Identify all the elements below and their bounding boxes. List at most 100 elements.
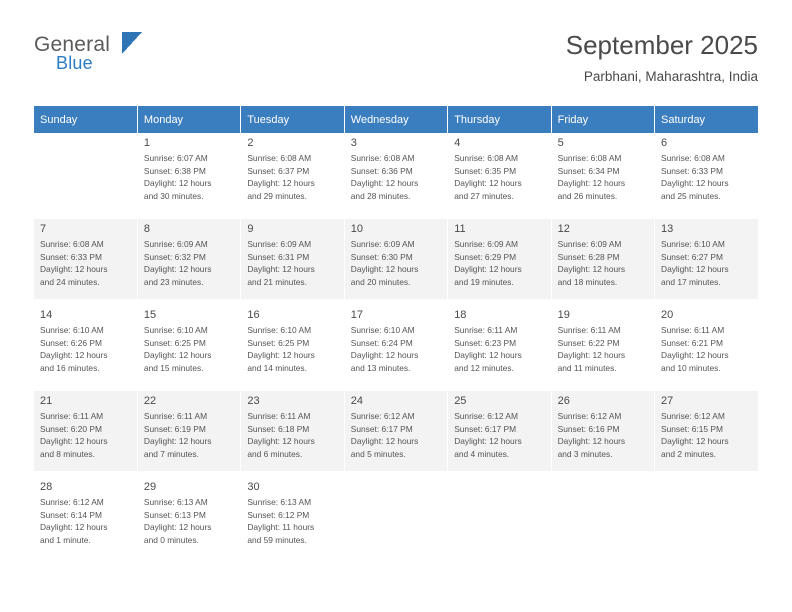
day-number: 24	[350, 395, 364, 407]
day-sun-info: Sunrise: 6:12 AM Sunset: 6:14 PM Daylight:…	[34, 496, 137, 546]
calendar-day-cell[interactable]: 22 Sunrise: 6:11 AM Sunset: 6:19 PM Dayligh…	[137, 391, 242, 471]
day-info-line: Daylight: 12 hours	[350, 436, 419, 447]
day-sun-info: Sunrise: 6:08 AM Sunset: 6:36 PM Daylight:…	[345, 152, 447, 202]
day-info-line: Sunrise: 6:08 AM	[454, 153, 518, 163]
day-number: 21	[40, 395, 53, 407]
day-sun-info: Sunrise: 6:07 AM Sunset: 6:38 PM Daylight:…	[138, 152, 240, 202]
day-info-line: and 20 minutes.	[350, 276, 411, 287]
day-info-line: Sunrise: 6:08 AM	[557, 153, 622, 163]
day-info-line: Daylight: 12 hours	[454, 436, 522, 447]
day-number: 9	[247, 223, 254, 235]
calendar-day-cell[interactable]: 10 Sunrise: 6:09 AM Sunset: 6:30 PM Dayligh…	[344, 219, 449, 299]
calendar-day-cell[interactable]: 4 Sunrise: 6:08 AM Sunset: 6:35 PM Daylight…	[447, 133, 552, 213]
day-number: 27	[661, 395, 674, 407]
day-number: 6	[661, 137, 668, 149]
day-info-line: Daylight: 12 hours	[40, 264, 108, 275]
day-info-line: Daylight: 12 hours	[247, 264, 315, 275]
logo-text-blue: Blue	[56, 53, 93, 73]
day-number: 18	[454, 309, 467, 321]
day-info-line: Daylight: 12 hours	[40, 436, 108, 447]
calendar-day-cell[interactable]: 14 Sunrise: 6:10 AM Sunset: 6:26 PM Dayligh…	[34, 305, 138, 385]
calendar-day-cell[interactable]: 18 Sunrise: 6:11 AM Sunset: 6:23 PM Dayligh…	[447, 305, 552, 385]
calendar-day-cell[interactable]: 13 Sunrise: 6:10 AM Sunset: 6:27 PM Dayligh…	[654, 219, 758, 299]
calendar-day-cell[interactable]: 6 Sunrise: 6:08 AM Sunset: 6:33 PM Daylight…	[654, 133, 758, 213]
calendar-empty-cell	[654, 477, 758, 557]
calendar-day-cell[interactable]: 11 Sunrise: 6:09 AM Sunset: 6:29 PM Dayligh…	[447, 219, 552, 299]
day-info-line: Sunset: 6:14 PM	[40, 509, 102, 520]
day-info-line: and 17 minutes.	[661, 276, 721, 287]
day-sun-info: Sunrise: 6:08 AM Sunset: 6:35 PM Daylight:…	[448, 152, 550, 202]
day-number: 7	[40, 223, 47, 235]
calendar-day-cell[interactable]: 20 Sunrise: 6:11 AM Sunset: 6:21 PM Dayligh…	[654, 305, 758, 385]
day-info-line: Sunrise: 6:13 AM	[247, 497, 312, 507]
calendar-day-cell[interactable]: 29 Sunrise: 6:13 AM Sunset: 6:13 PM Dayligh…	[137, 477, 242, 557]
calendar-day-cell[interactable]: 28 Sunrise: 6:12 AM Sunset: 6:14 PM Dayligh…	[34, 477, 138, 557]
day-info-line: Sunset: 6:29 PM	[454, 251, 517, 262]
day-info-line: Sunrise: 6:11 AM	[143, 411, 208, 421]
day-sun-info: Sunrise: 6:09 AM Sunset: 6:28 PM Daylight:…	[552, 238, 654, 288]
day-info-line: Sunrise: 6:12 AM	[557, 411, 622, 421]
title-block: September 2025 Parbhani, Maharashtra, In…	[566, 30, 758, 88]
day-sun-info: Sunrise: 6:12 AM Sunset: 6:16 PM Daylight:…	[552, 410, 654, 460]
calendar-day-cell[interactable]: 1 Sunrise: 6:07 AM Sunset: 6:38 PM Daylight…	[137, 133, 242, 213]
day-info-line: Daylight: 12 hours	[454, 350, 522, 361]
flag-icon	[122, 32, 142, 54]
day-info-line: Sunrise: 6:08 AM	[40, 239, 104, 249]
calendar-page: General Blue September 2025 Parbhani, Ma…	[0, 0, 792, 612]
calendar-day-cell[interactable]: 7 Sunrise: 6:08 AM Sunset: 6:33 PM Daylight…	[34, 219, 138, 299]
weekday-header-saturday: Saturday	[654, 106, 758, 133]
day-info-line: Daylight: 12 hours	[350, 178, 419, 189]
day-info-line: and 5 minutes.	[350, 448, 406, 459]
calendar-day-cell[interactable]: 3 Sunrise: 6:08 AM Sunset: 6:36 PM Daylight…	[344, 133, 449, 213]
calendar-day-cell[interactable]: 30 Sunrise: 6:13 AM Sunset: 6:12 PM Dayligh…	[240, 477, 345, 557]
weekday-header-sunday: Sunday	[34, 106, 138, 133]
day-sun-info: Sunrise: 6:10 AM Sunset: 6:25 PM Daylight:…	[138, 324, 240, 374]
day-info-line: Sunrise: 6:09 AM	[557, 239, 622, 249]
calendar-day-cell[interactable]: 19 Sunrise: 6:11 AM Sunset: 6:22 PM Dayligh…	[551, 305, 656, 385]
calendar-day-cell[interactable]: 17 Sunrise: 6:10 AM Sunset: 6:24 PM Dayligh…	[344, 305, 449, 385]
logo: General Blue	[34, 30, 154, 76]
calendar-day-cell[interactable]: 24 Sunrise: 6:12 AM Sunset: 6:17 PM Dayligh…	[344, 391, 449, 471]
day-number: 10	[350, 223, 364, 235]
weekday-header-wednesday: Wednesday	[344, 106, 449, 133]
weekday-header-row: Sunday Monday Tuesday Wednesday Thursday…	[34, 106, 758, 133]
day-info-line: Sunrise: 6:11 AM	[247, 411, 311, 421]
calendar-day-cell[interactable]: 25 Sunrise: 6:12 AM Sunset: 6:17 PM Dayligh…	[447, 391, 552, 471]
calendar-day-cell[interactable]: 12 Sunrise: 6:09 AM Sunset: 6:28 PM Dayligh…	[551, 219, 656, 299]
day-info-line: and 13 minutes.	[350, 362, 411, 373]
day-info-line: Daylight: 12 hours	[661, 350, 729, 361]
calendar-week-row: 14 Sunrise: 6:10 AM Sunset: 6:26 PM Dayligh…	[34, 305, 758, 385]
day-number: 4	[454, 137, 461, 149]
day-number	[552, 477, 654, 483]
day-info-line: Sunset: 6:30 PM	[350, 251, 413, 262]
page-title: September 2025	[565, 30, 758, 60]
calendar-day-cell[interactable]: 16 Sunrise: 6:10 AM Sunset: 6:25 PM Dayligh…	[240, 305, 345, 385]
calendar-day-cell[interactable]: 21 Sunrise: 6:11 AM Sunset: 6:20 PM Dayligh…	[34, 391, 138, 471]
day-info-line: and 6 minutes.	[247, 448, 303, 459]
day-info-line: Sunset: 6:18 PM	[247, 423, 310, 434]
day-number: 26	[557, 395, 570, 407]
day-sun-info: Sunrise: 6:10 AM Sunset: 6:26 PM Daylight:…	[34, 324, 137, 374]
day-info-line: Sunrise: 6:11 AM	[40, 411, 104, 421]
day-info-line: Sunset: 6:37 PM	[247, 165, 310, 176]
calendar-day-cell[interactable]: 8 Sunrise: 6:09 AM Sunset: 6:32 PM Daylight…	[137, 219, 242, 299]
calendar-day-cell[interactable]: 26 Sunrise: 6:12 AM Sunset: 6:16 PM Dayligh…	[551, 391, 656, 471]
day-info-line: Sunset: 6:21 PM	[661, 337, 723, 348]
calendar-day-cell[interactable]: 23 Sunrise: 6:11 AM Sunset: 6:18 PM Dayligh…	[240, 391, 345, 471]
day-info-line: Sunrise: 6:10 AM	[40, 325, 104, 335]
calendar-day-cell[interactable]: 9 Sunrise: 6:09 AM Sunset: 6:31 PM Daylight…	[240, 219, 345, 299]
calendar-day-cell[interactable]: 2 Sunrise: 6:08 AM Sunset: 6:37 PM Daylight…	[240, 133, 345, 213]
calendar-day-cell[interactable]: 27 Sunrise: 6:12 AM Sunset: 6:15 PM Dayligh…	[654, 391, 758, 471]
day-info-line: and 29 minutes.	[247, 190, 307, 201]
day-info-line: and 25 minutes.	[661, 190, 721, 201]
day-info-line: Sunset: 6:36 PM	[350, 165, 413, 176]
day-sun-info: Sunrise: 6:11 AM Sunset: 6:19 PM Daylight:…	[138, 410, 240, 460]
day-info-line: Sunrise: 6:10 AM	[350, 325, 415, 335]
day-info-line: and 14 minutes.	[247, 362, 307, 373]
day-info-line: Sunrise: 6:10 AM	[661, 239, 725, 249]
calendar-day-cell[interactable]: 15 Sunrise: 6:10 AM Sunset: 6:25 PM Dayligh…	[137, 305, 242, 385]
calendar-day-cell[interactable]: 5 Sunrise: 6:08 AM Sunset: 6:34 PM Daylight…	[551, 133, 656, 213]
day-info-line: Sunrise: 6:09 AM	[454, 239, 518, 249]
day-info-line: Daylight: 12 hours	[143, 178, 212, 189]
day-sun-info: Sunrise: 6:09 AM Sunset: 6:30 PM Daylight:…	[345, 238, 447, 288]
